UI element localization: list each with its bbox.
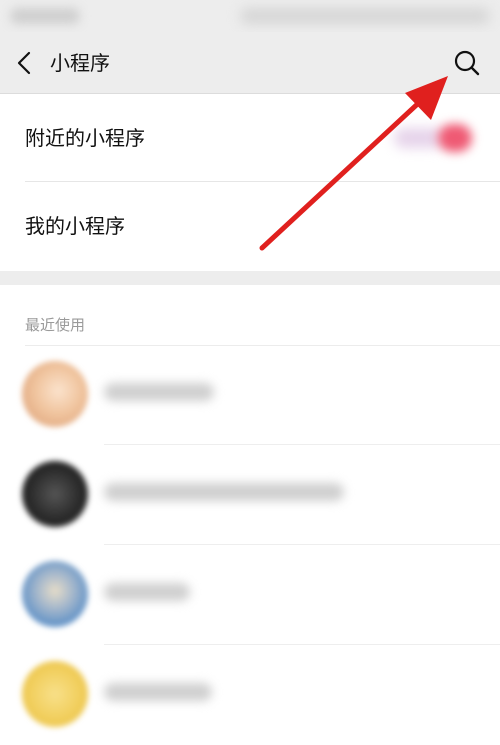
app-name-blurred <box>104 483 344 501</box>
status-bar-indicators-blurred <box>240 8 490 24</box>
menu-item-label: 我的小程序 <box>25 214 125 238</box>
status-bar-carrier-blurred <box>10 8 80 24</box>
page-title: 小程序 <box>50 51 110 75</box>
navigation-header: 小程序 <box>0 32 500 94</box>
recent-section: 最近使用 <box>0 285 500 727</box>
app-avatar <box>22 661 88 727</box>
menu-item-label: 附近的小程序 <box>25 126 145 150</box>
app-avatar <box>22 361 88 427</box>
app-avatar <box>22 461 88 527</box>
section-gap <box>0 271 500 285</box>
recent-app-item[interactable] <box>0 445 500 545</box>
chevron-left-icon <box>17 51 31 75</box>
app-name-blurred <box>104 583 190 601</box>
nearby-badge-blurred <box>394 124 474 152</box>
menu-item-nearby-mini-programs[interactable]: 附近的小程序 <box>0 94 500 182</box>
recent-app-item[interactable] <box>0 645 500 745</box>
menu-list: 附近的小程序 我的小程序 <box>0 94 500 271</box>
recent-app-item[interactable] <box>0 345 500 445</box>
section-title-recent: 最近使用 <box>25 316 86 334</box>
app-name-blurred <box>104 383 214 401</box>
search-button[interactable] <box>452 48 482 78</box>
recent-app-item[interactable] <box>0 545 500 645</box>
app-avatar <box>22 561 88 627</box>
status-bar <box>0 0 500 32</box>
menu-item-my-mini-programs[interactable]: 我的小程序 <box>0 182 500 270</box>
app-name-blurred <box>104 683 212 701</box>
search-icon <box>454 50 480 76</box>
back-button[interactable] <box>10 48 40 78</box>
